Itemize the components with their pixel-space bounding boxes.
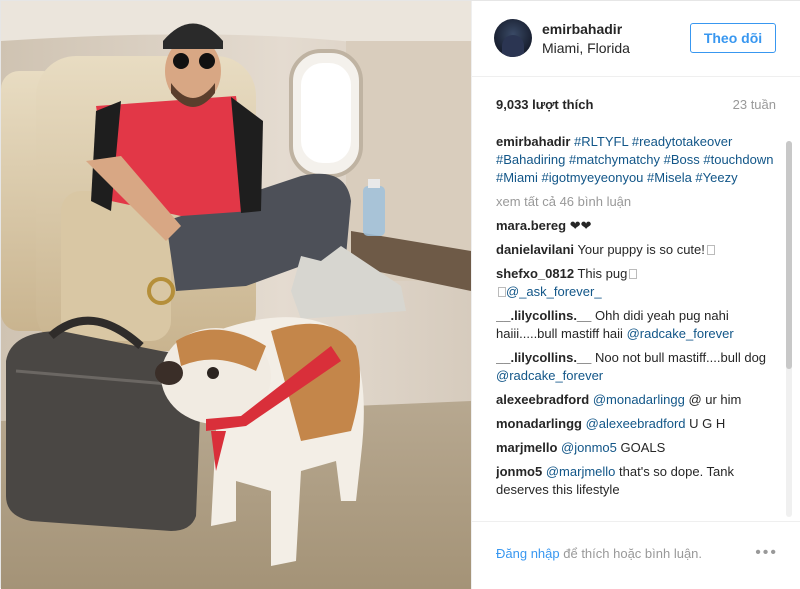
login-suffix: để thích hoặc bình luận.: [563, 546, 703, 561]
comment-username[interactable]: alexeebradford: [496, 392, 589, 407]
comment-username[interactable]: __.lilycollins.__: [496, 308, 591, 323]
comment-mention[interactable]: @radcake_forever: [496, 368, 603, 383]
caption-username[interactable]: emirbahadir: [496, 134, 570, 149]
login-link[interactable]: Đăng nhập: [496, 546, 560, 561]
comment-item: marjmello @jonmo5 GOALS: [496, 439, 784, 457]
comment-item: __.lilycollins.__ Ohh didi yeah pug nahi…: [496, 307, 784, 343]
post-photo: [1, 1, 471, 589]
likes-row: 9,033 lượt thích 23 tuần: [472, 77, 800, 127]
comment-item: __.lilycollins.__ Noo not bull mastiff..…: [496, 349, 784, 385]
instagram-post: emirbahadir Miami, Florida Theo dõi 9,03…: [0, 0, 800, 589]
comment-text: Noo not bull mastiff....bull dog: [595, 350, 767, 365]
missing-glyph-icon: [706, 245, 715, 255]
header-username[interactable]: emirbahadir: [542, 21, 622, 37]
comment-username[interactable]: shefxo_0812: [496, 266, 574, 281]
avatar[interactable]: [494, 19, 532, 57]
comment-username[interactable]: marjmello: [496, 440, 557, 455]
post-header: emirbahadir Miami, Florida Theo dõi: [472, 1, 800, 77]
comment-username[interactable]: __.lilycollins.__: [496, 350, 591, 365]
comment-mention[interactable]: @radcake_forever: [627, 326, 734, 341]
login-prompt: Đăng nhập để thích hoặc bình luận.: [496, 546, 702, 561]
follow-button[interactable]: Theo dõi: [690, 23, 776, 53]
more-options-icon[interactable]: •••: [755, 544, 778, 562]
comment-mention[interactable]: @marjmello: [546, 464, 616, 479]
comment-username[interactable]: danielavilani: [496, 242, 574, 257]
comment-text: U G H: [689, 416, 726, 431]
view-all-comments-link[interactable]: xem tất cả 46 bình luận: [496, 193, 784, 211]
post-footer: Đăng nhập để thích hoặc bình luận. •••: [472, 521, 800, 589]
comment-item: danielavilani Your puppy is so cute!: [496, 241, 784, 259]
comment-item: shefxo_0812 This pug @_ask_forever_: [496, 265, 784, 301]
missing-glyph-icon: [498, 287, 506, 297]
comment-item: jonmo5 @marjmello that's so dope. Tank d…: [496, 463, 784, 499]
missing-glyph-icon: [629, 269, 638, 279]
comment-text: GOALS: [620, 440, 666, 455]
likes-count[interactable]: 9,033 lượt thích: [496, 97, 593, 112]
comment-item: alexeebradford @monadarlingg @ ur him: [496, 391, 784, 409]
comment-username[interactable]: monadarlingg: [496, 416, 582, 431]
comment-mention[interactable]: @alexeebradford: [586, 416, 686, 431]
comment-text: Your puppy is so cute!: [577, 242, 705, 257]
comment-text: ❤❤: [569, 218, 592, 233]
scrollbar-thumb[interactable]: [786, 141, 792, 369]
caption: emirbahadir #RLTYFL #readytotakeover #Ba…: [496, 133, 784, 187]
comment-mention[interactable]: @_ask_forever_: [506, 284, 602, 299]
comment-username[interactable]: jonmo5: [496, 464, 542, 479]
jet-cabin-photo: [1, 1, 471, 589]
comments-scrollbar[interactable]: [786, 141, 792, 517]
comment-mention[interactable]: @monadarlingg: [593, 392, 685, 407]
comment-username[interactable]: mara.bereg: [496, 218, 566, 233]
comment-item: mara.bereg ❤❤: [496, 217, 784, 235]
post-age[interactable]: 23 tuần: [733, 97, 776, 112]
comment-text: @ ur him: [688, 392, 742, 407]
comment-mention[interactable]: @jonmo5: [561, 440, 617, 455]
post-side-panel: emirbahadir Miami, Florida Theo dõi 9,03…: [471, 1, 800, 589]
comment-item: monadarlingg @alexeebradford U G H: [496, 415, 784, 433]
comment-text: This pug: [577, 266, 628, 281]
comments-list: emirbahadir #RLTYFL #readytotakeover #Ba…: [496, 133, 784, 517]
header-location[interactable]: Miami, Florida: [542, 40, 630, 56]
